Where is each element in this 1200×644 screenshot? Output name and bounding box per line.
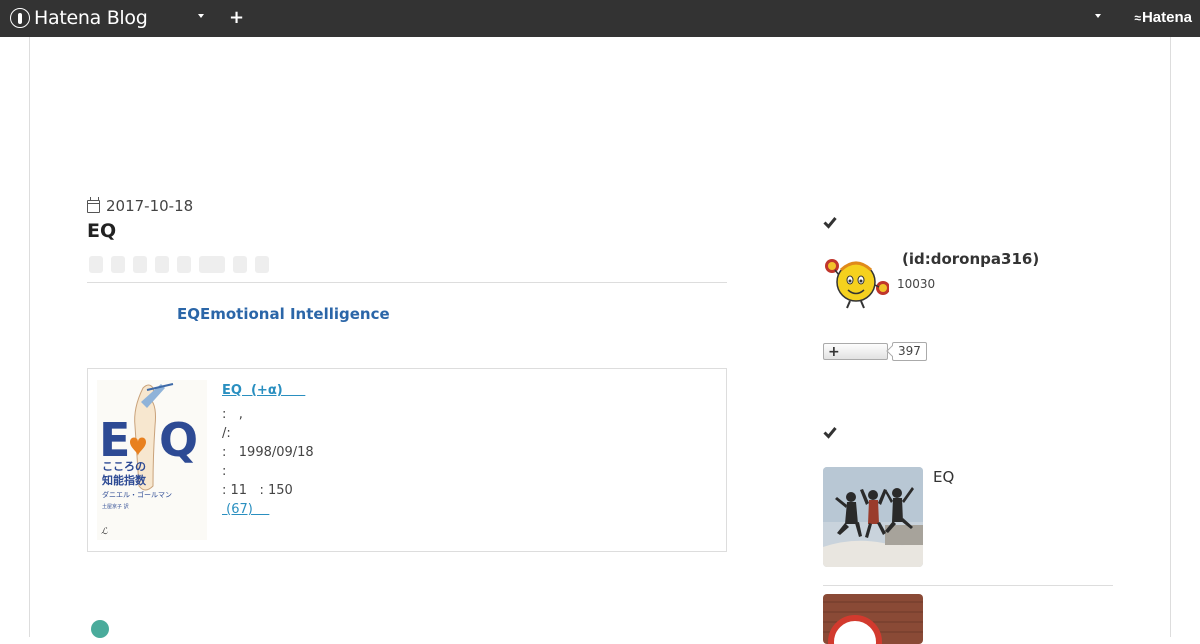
avatar[interactable]: [823, 250, 890, 310]
entry-lead-heading: EQEmotional Intelligence: [177, 305, 390, 323]
related-entry-title[interactable]: EQ: [933, 468, 954, 486]
share-button[interactable]: [233, 256, 247, 273]
new-post-plus-icon[interactable]: +: [229, 7, 244, 29]
hatena-logo-icon: [10, 8, 30, 28]
check-icon: [823, 427, 837, 439]
book-meta-line: /:: [222, 426, 231, 441]
check-icon: [823, 217, 837, 229]
blog-menu-chevron-down-icon[interactable]: [198, 14, 204, 18]
book-meta-line: : 1998/09/18: [222, 445, 314, 460]
calendar-icon: [87, 196, 100, 213]
book-card: E Q こころの 知能指数 ダニエル・ゴールマン 土屋京子 訳 ℒ EQ (+α…: [87, 368, 727, 552]
follow-button[interactable]: +: [823, 343, 888, 360]
book-meta-line: : 11 : 150: [222, 483, 293, 498]
cover-line1: こころの: [102, 460, 146, 473]
entry-date-text: 2017-10-18: [106, 197, 194, 215]
brand-text: Hatena: [1141, 9, 1192, 26]
social-share-buttons: [89, 256, 269, 273]
user-menu-chevron-down-icon[interactable]: [1095, 14, 1101, 18]
hatena-brand-link[interactable]: ≈ Hatena: [1134, 9, 1192, 26]
share-button[interactable]: [255, 256, 269, 273]
share-button[interactable]: [133, 256, 147, 273]
follow-count-badge: 397: [892, 342, 927, 361]
svg-text:Q: Q: [159, 413, 198, 467]
logo-text: Hatena Blog: [34, 7, 148, 29]
svg-text:E: E: [99, 413, 130, 467]
section-marker-icon: [91, 620, 109, 638]
book-cover-image[interactable]: E Q こころの 知能指数 ダニエル・ゴールマン 土屋京子 訳 ℒ: [97, 380, 207, 540]
hatena-blog-logo[interactable]: Hatena Blog: [10, 7, 148, 29]
entry-date[interactable]: 2017-10-18: [87, 196, 194, 215]
plus-icon: +: [828, 343, 840, 360]
follow-widget: + 397: [823, 342, 927, 361]
entry-title[interactable]: EQ: [87, 220, 116, 242]
book-info: EQ (+α) : , /: : 1998/09/18 : : 11 : 150…: [222, 383, 314, 519]
related-entry-thumbnail[interactable]: [823, 594, 923, 644]
share-button[interactable]: [199, 256, 225, 273]
cover-translator: 土屋京子 訳: [102, 503, 129, 510]
share-button[interactable]: [111, 256, 125, 273]
profile-id[interactable]: (id:doronpa316): [902, 250, 1039, 268]
share-button[interactable]: [155, 256, 169, 273]
share-button[interactable]: [177, 256, 191, 273]
cover-line2: 知能指数: [101, 473, 147, 487]
cover-author: ダニエル・ゴールマン: [102, 490, 172, 499]
hatena-global-header: Hatena Blog + ≈ Hatena: [0, 0, 1200, 37]
profile-count: 10030: [897, 277, 936, 291]
hatena-wave-icon: ≈: [1134, 10, 1140, 25]
share-button[interactable]: [89, 256, 103, 273]
book-title-link[interactable]: EQ (+α): [222, 383, 314, 398]
divider: [87, 282, 727, 283]
svg-text:ℒ: ℒ: [101, 527, 108, 537]
book-reviews-link[interactable]: (67): [222, 502, 269, 517]
divider: [823, 585, 1113, 586]
related-entry-thumbnail[interactable]: [823, 467, 923, 567]
book-meta-line: :: [222, 464, 227, 479]
book-meta-line: : ,: [222, 407, 243, 422]
